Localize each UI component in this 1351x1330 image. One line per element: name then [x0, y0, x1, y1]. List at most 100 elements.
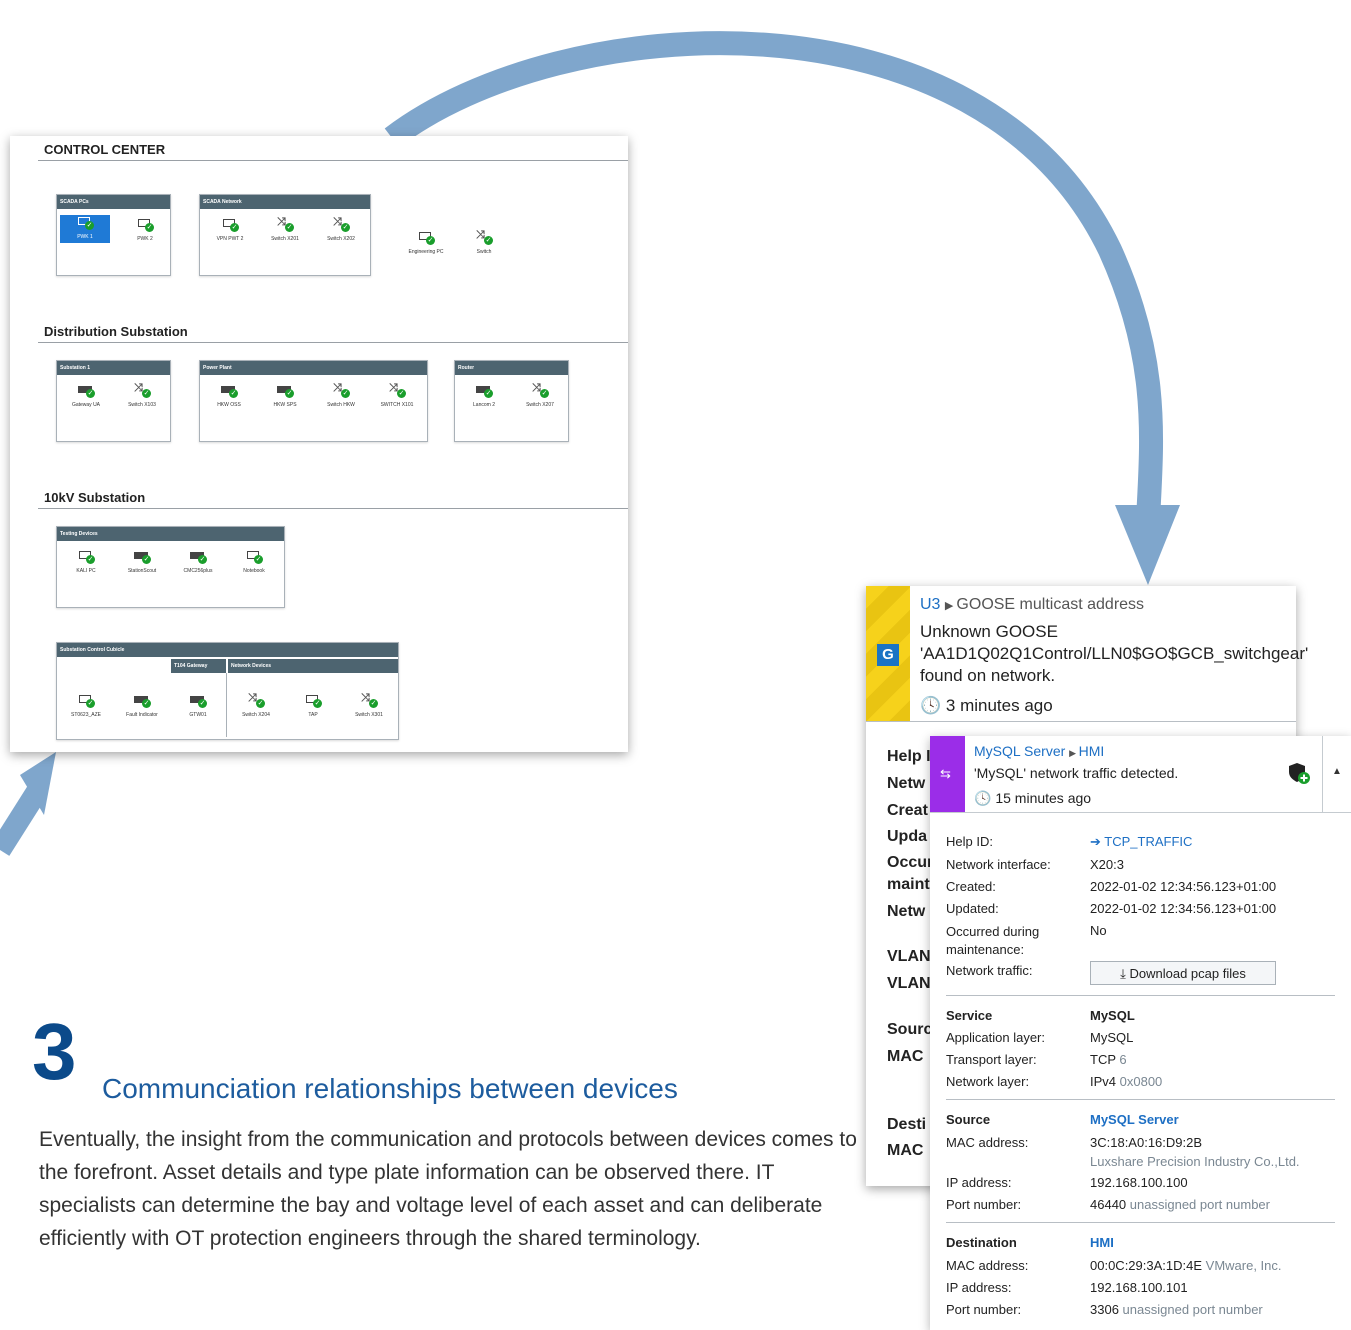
device-stationscout[interactable]: ✓ StationScout — [114, 549, 170, 574]
device-box-icon: ✓ — [187, 693, 209, 709]
shield-add-icon[interactable] — [1288, 762, 1310, 784]
source-ip-label: IP address: — [946, 1175, 1012, 1190]
goose-message: 'AA1D1Q02Q1Control/LLN0$GO$GCB_switchgea… — [920, 644, 1309, 663]
network-interface-label: Network interface: — [946, 857, 1051, 872]
switch-icon: ⤨ ✓ — [277, 216, 294, 232]
group-scada-pcs[interactable]: SCADA PCs ✓ PWK 1 ✓ PWK 2 — [56, 194, 171, 276]
source-mac-label: MAC address: — [946, 1135, 1029, 1150]
device-pwk1[interactable]: ✓ PWK 1 — [60, 215, 110, 243]
cut-label: MAC — [887, 1048, 924, 1065]
help-id-link[interactable]: ➔ TCP_TRAFFIC — [1090, 834, 1192, 850]
section-title-distribution: Distribution Substation — [44, 324, 188, 339]
goose-path: U3 ▶ GOOSE multicast address — [920, 596, 1144, 614]
device-switch-x204[interactable]: ⤨ ✓ Switch X204 — [228, 692, 284, 719]
device-gtw01[interactable]: ✓ GTW01 — [170, 693, 226, 718]
group-testing-devices[interactable]: Testing Devices ✓ KALI PC ✓ StationScout… — [56, 526, 285, 608]
device-switch-hkw[interactable]: ⤨ ✓ Switch HKW — [313, 383, 369, 409]
goose-message-line2: found on network. — [920, 666, 1056, 685]
download-icon: ⤓ — [1120, 966, 1130, 981]
monitor-icon: ✓ — [75, 549, 97, 565]
device-switch-x103[interactable]: ⤨ ✓ Switch X103 — [114, 382, 170, 409]
device-box-icon: ✓ — [131, 693, 153, 709]
device-hkw-oss[interactable]: ✓ HKW OSS — [201, 383, 257, 408]
application-layer-value: MySQL — [1090, 1030, 1134, 1045]
device-box-icon: ✓ — [473, 383, 495, 399]
group-substation1[interactable]: Substation 1 ✓ Gateway UA ⤨ ✓ Switch X103 — [56, 360, 171, 442]
divider — [38, 508, 628, 509]
group-title: Testing Devices — [57, 527, 284, 541]
cut-label: Creat — [887, 802, 928, 819]
device-switch[interactable]: ⤨ ✓ Switch — [456, 230, 512, 255]
device-switch-x301[interactable]: ⤨ ✓ Switch X301 — [341, 693, 397, 719]
arrow-link-icon: ➔ — [1090, 834, 1105, 849]
group-title: SCADA PCs — [57, 195, 170, 209]
device-lancom2[interactable]: ✓ Lancom 2 — [456, 383, 512, 408]
destination-ip-label: IP address: — [946, 1280, 1012, 1295]
collapse-caret-icon[interactable]: ▲ — [1332, 766, 1342, 777]
destination-link[interactable]: HMI — [1090, 1235, 1114, 1250]
network-traffic-label: Network traffic: — [946, 963, 1033, 978]
step-number: 3 — [32, 1007, 77, 1096]
monitor-icon: ✓ — [415, 230, 437, 246]
mysql-alert-card[interactable]: ⇆ MySQL Server ▶ HMI 'MySQL' network tra… — [930, 736, 1351, 1330]
device-notebook[interactable]: ✓ Notebook — [226, 549, 282, 574]
group-scada-network[interactable]: SCADA Network ✓ VPN PWT 2 ⤨ ✓ Switch X201… — [199, 194, 371, 276]
traffic-category-bar: ⇆ — [930, 736, 965, 812]
switch-icon: ⤨ ✓ — [134, 382, 151, 398]
cut-label: Netw — [887, 775, 926, 792]
device-st0623-aze[interactable]: ✓ ST0623_AZE — [58, 693, 114, 718]
device-tap[interactable]: ✓ TAP — [285, 693, 341, 718]
clock-icon: 🕓 — [974, 790, 992, 806]
divider — [38, 342, 628, 343]
group-title: Power Plant — [200, 361, 427, 375]
device-hkw-sps[interactable]: ✓ HKW SPS — [257, 383, 313, 408]
source-vendor: Luxshare Precision Industry Co.,Ltd. — [1090, 1154, 1300, 1169]
monitor-icon: ✓ — [75, 693, 97, 709]
device-engineering-pc[interactable]: ✓ Engineering PC — [398, 230, 454, 255]
device-cmc256plus[interactable]: ✓ CMC256plus — [170, 549, 226, 574]
group-title: Substation Control Cubicle — [57, 643, 398, 657]
device-vpn[interactable]: ✓ VPN PWT 2 — [202, 217, 258, 242]
device-switch-x101[interactable]: ⤨ ✓ SWITCH X101 — [369, 383, 425, 409]
device-switch-x202[interactable]: ⤨ ✓ Switch X202 — [313, 216, 369, 243]
arrow-right-icon: ▶ — [1069, 748, 1079, 758]
help-id-label: Help ID: — [946, 834, 993, 849]
switch-icon: ⤨ ✓ — [532, 382, 549, 398]
switch-icon: ⤨ ✓ — [248, 692, 265, 708]
device-box-icon: ✓ — [274, 383, 296, 399]
mysql-time: 🕓 15 minutes ago — [974, 790, 1092, 806]
device-fault-indicator[interactable]: ✓ Fault Indicator — [114, 693, 170, 718]
divider — [946, 1222, 1335, 1223]
divider — [38, 160, 628, 161]
group-power-plant[interactable]: Power Plant ✓ HKW OSS ✓ HKW SPS ⤨ ✓ Switc… — [199, 360, 428, 442]
created-label: Created: — [946, 879, 996, 894]
destination-mac-value: 00:0C:29:3A:1D:4E VMware, Inc. — [1090, 1258, 1282, 1273]
device-gateway-ua[interactable]: ✓ Gateway UA — [58, 383, 114, 408]
monitor-icon: ✓ — [219, 217, 241, 233]
mysql-from-link[interactable]: MySQL Server — [974, 743, 1065, 759]
device-kali-pc[interactable]: ✓ KALI PC — [58, 549, 114, 574]
switch-icon: ⤨ ✓ — [333, 216, 350, 232]
device-switch-x207[interactable]: ⤨ ✓ Switch X207 — [512, 382, 568, 409]
section-title-control-center: CONTROL CENTER — [44, 142, 166, 157]
group-substation-control-cubicle[interactable]: Substation Control Cubicle T104 Gateway … — [56, 642, 399, 740]
goose-from-link[interactable]: U3 — [920, 596, 940, 613]
arrow-right-icon: ▶ — [944, 600, 957, 612]
monitor-icon: ✓ — [302, 693, 324, 709]
device-switch-x201[interactable]: ⤨ ✓ Switch X201 — [257, 216, 313, 243]
section-body: Eventually, the insight from the communi… — [39, 1128, 857, 1250]
download-pcap-button[interactable]: ⤓ Download pcap files — [1090, 961, 1276, 985]
mysql-to-link[interactable]: HMI — [1079, 743, 1105, 759]
network-layer-value: IPv4 0x0800 — [1090, 1074, 1163, 1089]
section-heading: Communciation relationships between devi… — [102, 1073, 678, 1104]
cut-label: Netw — [887, 903, 926, 920]
divider — [930, 812, 1351, 813]
divider — [1322, 736, 1323, 812]
source-ip-value: 192.168.100.100 — [1090, 1175, 1188, 1190]
group-router[interactable]: Router ✓ Lancom 2 ⤨ ✓ Switch X207 — [454, 360, 569, 442]
source-link[interactable]: MySQL Server — [1090, 1112, 1179, 1127]
clock-icon: 🕓 — [920, 696, 942, 715]
maintenance-value: No — [1090, 923, 1107, 938]
application-layer-label: Application layer: — [946, 1030, 1045, 1045]
device-pwk2[interactable]: ✓ PWK 2 — [117, 217, 173, 242]
